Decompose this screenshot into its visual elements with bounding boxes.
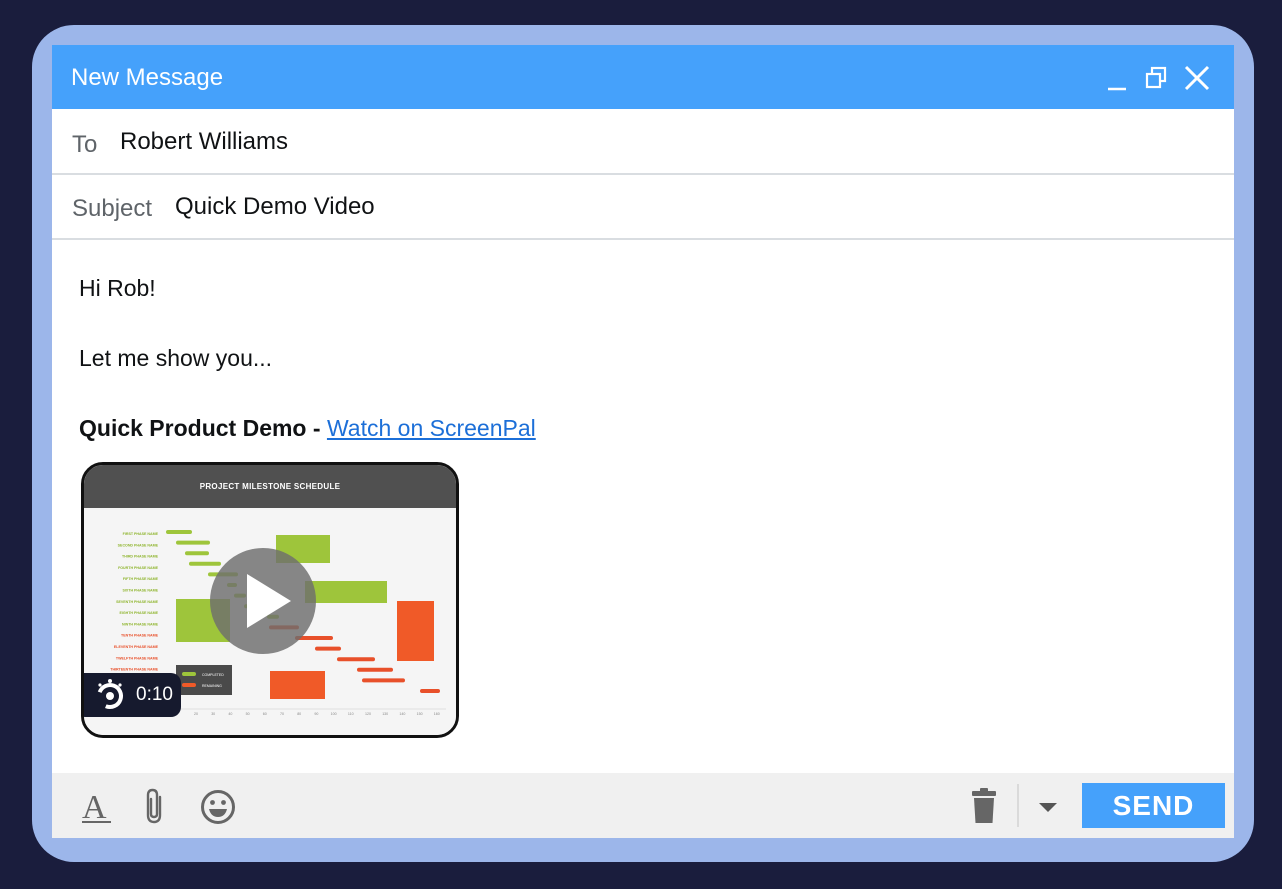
gantt-bar — [189, 561, 221, 566]
axis-tick-label: 110 — [348, 712, 354, 716]
send-button[interactable]: SEND — [1082, 783, 1225, 828]
phase-label: ELEVENTH PHASE NAME — [114, 645, 159, 649]
screenpal-logo-icon — [97, 679, 123, 709]
phase-label: TWELFTH PHASE NAME — [116, 656, 159, 660]
axis-tick-label: 20 — [194, 712, 198, 716]
attach-icon — [146, 788, 162, 824]
phase-label: THIRD PHASE NAME — [122, 555, 159, 559]
format-text-icon: A — [82, 789, 111, 826]
gantt-bar — [420, 689, 440, 693]
phase-label: EIGHTH PHASE NAME — [119, 611, 158, 615]
compose-window: New Message To Robert Williams Subject Q… — [52, 45, 1234, 838]
axis-tick-label: 90 — [314, 712, 318, 716]
discard-button[interactable] — [970, 786, 1000, 831]
svg-text:A: A — [82, 789, 107, 825]
format-text-button[interactable]: A — [80, 787, 114, 830]
phase-label: FIRST PHASE NAME — [123, 532, 159, 536]
subject-field[interactable]: Quick Demo Video — [175, 193, 375, 221]
chart-note-orange-right — [397, 601, 434, 661]
close-button[interactable] — [1180, 45, 1212, 109]
axis-tick-label: 150 — [417, 712, 423, 716]
phase-label: FIFTH PHASE NAME — [123, 577, 159, 581]
subject-row: Subject Quick Demo Video — [52, 175, 1234, 240]
phase-label: THIRTEENTH PHASE NAME — [110, 668, 158, 672]
legend-remaining-label: REMAINING — [202, 684, 222, 688]
video-duration: 0:10 — [136, 684, 173, 705]
chart-note-green-mid — [305, 581, 387, 603]
dropdown-icon — [1039, 803, 1057, 812]
to-label: To — [72, 131, 98, 158]
to-row: To Robert Williams — [52, 109, 1234, 175]
video-thumbnail[interactable]: PROJECT MILESTONE SCHEDULE FIRST PHASE N… — [81, 462, 459, 738]
compose-toolbar: A SEND — [52, 773, 1234, 838]
phase-label: NINTH PHASE NAME — [122, 622, 159, 626]
greeting-text: Hi Rob! — [79, 275, 156, 301]
demo-title: Quick Product Demo - — [79, 415, 321, 441]
duration-badge: 0:10 — [84, 673, 181, 717]
legend-remaining-swatch — [182, 683, 196, 687]
axis-tick-label: 130 — [382, 712, 388, 716]
to-field[interactable]: Robert Williams — [120, 128, 288, 156]
axis-tick-label: 50 — [246, 712, 250, 716]
gantt-bar — [166, 530, 192, 534]
minimize-button[interactable] — [1104, 45, 1130, 109]
minimize-icon — [1108, 87, 1126, 91]
axis-tick-label: 70 — [280, 712, 284, 716]
axis-tick-label: 60 — [263, 712, 267, 716]
demo-line: Quick Product Demo - Watch on ScreenPal — [79, 414, 536, 442]
phase-label: SIXTH PHASE NAME — [122, 589, 158, 593]
axis-tick-label: 100 — [331, 712, 337, 716]
axis-tick-label: 80 — [297, 712, 301, 716]
gantt-bar — [362, 678, 405, 683]
emoji-button[interactable] — [198, 787, 238, 832]
phase-label: SEVENTH PHASE NAME — [116, 600, 159, 604]
axis-tick-label: 160 — [434, 712, 440, 716]
gantt-bar — [185, 551, 209, 556]
phase-label: TENTH PHASE NAME — [121, 634, 159, 638]
axis-tick-label: 140 — [399, 712, 405, 716]
restore-icon — [1145, 66, 1167, 89]
close-icon — [1184, 65, 1210, 91]
axis-tick-label: 40 — [228, 712, 232, 716]
legend-completed-swatch — [182, 672, 196, 676]
body-line: Let me show you... — [79, 345, 273, 371]
subject-label: Subject — [72, 195, 153, 222]
screenpal-link[interactable]: Watch on ScreenPal — [327, 415, 536, 441]
gantt-bar — [357, 667, 393, 672]
axis-tick-label: 30 — [211, 712, 215, 716]
legend-completed-label: COMPLETED — [202, 673, 224, 677]
toolbar-divider — [1017, 784, 1019, 827]
gantt-bar — [337, 657, 375, 662]
trash-icon — [972, 788, 996, 823]
attach-button[interactable] — [140, 787, 170, 832]
phase-label: FOURTH PHASE NAME — [118, 566, 159, 570]
emoji-icon — [201, 790, 235, 824]
title-bar: New Message — [52, 45, 1234, 109]
play-button[interactable] — [210, 548, 316, 654]
restore-button[interactable] — [1142, 45, 1172, 109]
window-title: New Message — [71, 64, 224, 91]
chart-note-orange-bottom — [270, 671, 325, 699]
phase-label: SECOND PHASE NAME — [118, 543, 159, 547]
gantt-bar — [315, 646, 341, 651]
more-options-button[interactable] — [1036, 795, 1060, 824]
play-icon — [247, 574, 291, 628]
thumbnail-title: PROJECT MILESTONE SCHEDULE — [84, 465, 456, 508]
gantt-bar — [176, 540, 210, 545]
chart-legend-box — [176, 665, 232, 695]
axis-tick-label: 120 — [365, 712, 371, 716]
